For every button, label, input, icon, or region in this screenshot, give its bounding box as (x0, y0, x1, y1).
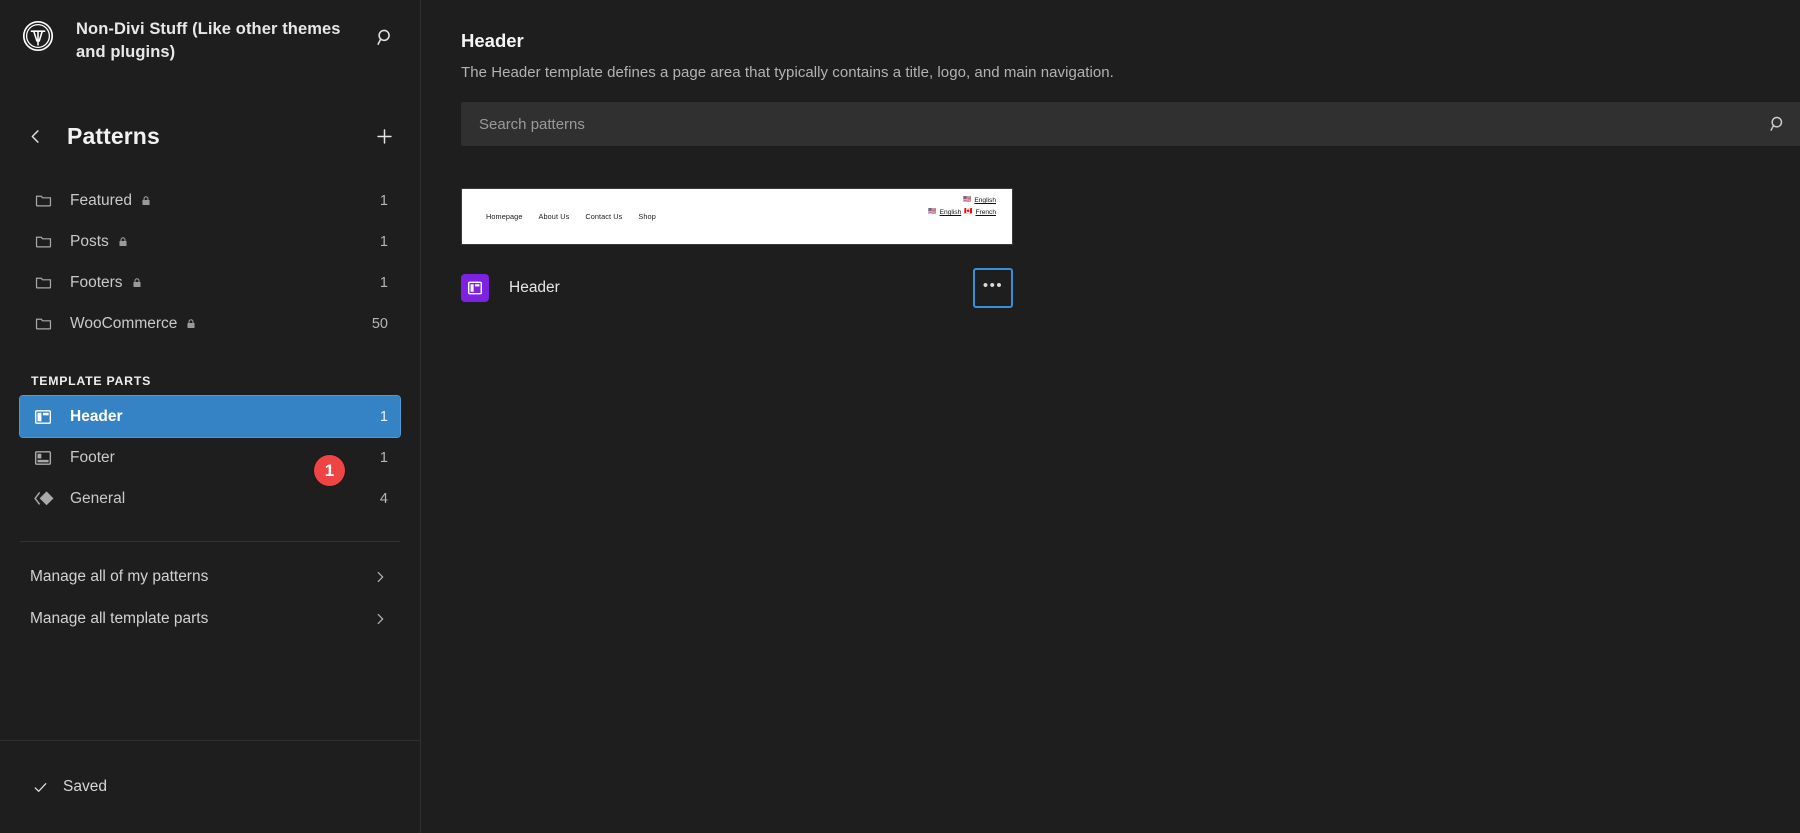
preview-nav-menu: Homepage About Us Contact Us Shop (462, 212, 656, 221)
sidebar-item-label: General (70, 489, 126, 507)
language-label: French (975, 209, 996, 216)
app-root: Non-Divi Stuff (Like other themes and pl… (0, 0, 1800, 833)
sidebar-item-footers[interactable]: Footers 1 (20, 262, 400, 303)
page-title: Patterns (67, 122, 160, 149)
item-count: 4 (379, 490, 388, 507)
save-status-label: Saved (63, 778, 107, 795)
patterns-panel-header: Patterns (0, 108, 420, 164)
sidebar-item-label: Footer (70, 448, 115, 466)
sidebar-item-label: WooCommerce (70, 314, 178, 332)
preview-nav-item: Shop (638, 212, 656, 221)
chevron-right-icon (372, 611, 388, 627)
sidebar-item-label: Footers (70, 273, 123, 291)
language-label: English (939, 209, 962, 216)
wordpress-logo-icon[interactable] (22, 20, 54, 52)
item-count: 1 (379, 233, 388, 250)
list-item-label: Header (509, 279, 560, 296)
sidebar-footer: Saved (0, 740, 420, 833)
pattern-categories-list: Featured 1 Posts 1 Footers 1 WooCommerce… (0, 164, 420, 344)
manage-all-patterns-link[interactable]: Manage all of my patterns (20, 556, 400, 598)
language-label: English (974, 197, 996, 204)
sidebar-item-label: Header (70, 407, 123, 425)
pattern-preview-card[interactable]: Homepage About Us Contact Us Shop 🇺🇸 Eng… (461, 188, 1013, 245)
manage-link-label: Manage all template parts (30, 610, 209, 627)
folder-icon (31, 189, 55, 213)
lock-icon (140, 194, 153, 207)
pattern-results: Homepage About Us Contact Us Shop 🇺🇸 Eng… (461, 188, 1800, 312)
item-count: 50 (371, 315, 388, 332)
list-item[interactable]: Header ••• (461, 264, 1013, 312)
save-status[interactable]: Saved (32, 778, 107, 796)
sidebar: Non-Divi Stuff (Like other themes and pl… (0, 0, 421, 833)
search-icon (1755, 114, 1800, 134)
item-count: 1 (379, 449, 388, 466)
step-badge-1: 1 (314, 455, 345, 486)
sidebar-item-posts[interactable]: Posts 1 (20, 221, 400, 262)
search-input[interactable] (461, 102, 1755, 146)
flag-us-icon: 🇺🇸 (928, 208, 937, 216)
sidebar-item-label: Posts (70, 232, 109, 250)
language-row: 🇺🇸 English (963, 197, 996, 204)
item-count: 1 (379, 192, 388, 209)
item-count: 1 (379, 408, 388, 425)
plus-icon[interactable] (366, 118, 402, 154)
main-content: Header The Header template defines a pag… (421, 0, 1800, 833)
preview-language-switcher: 🇺🇸 English 🇺🇸 English 🇨🇦 French (928, 197, 996, 216)
sidebar-item-general[interactable]: General 4 (20, 478, 400, 519)
manage-link-label: Manage all of my patterns (30, 568, 209, 585)
lock-icon (185, 317, 198, 330)
manage-all-template-parts-link[interactable]: Manage all template parts (20, 598, 400, 640)
footer-layout-icon (31, 446, 55, 470)
folder-icon (31, 271, 55, 295)
manage-links-list: Manage all of my patterns Manage all tem… (0, 542, 420, 640)
lock-icon (131, 276, 144, 289)
sidebar-item-header[interactable]: Header 1 (19, 395, 401, 438)
item-count: 1 (379, 274, 388, 291)
folder-icon (31, 230, 55, 254)
sidebar-item-featured[interactable]: Featured 1 (20, 180, 400, 221)
template-parts-section-label: TEMPLATE PARTS (31, 374, 152, 388)
search-patterns-bar[interactable] (461, 102, 1800, 146)
language-row: 🇺🇸 English 🇨🇦 French (928, 209, 996, 216)
template-parts-list: Header 1 Footer 1 General 4 (0, 395, 420, 519)
main-title: Header (461, 30, 524, 51)
flag-us-icon: 🇺🇸 (963, 196, 972, 204)
site-title: Non-Divi Stuff (Like other themes and pl… (76, 20, 341, 62)
template-part-icon (461, 274, 489, 302)
main-description: The Header template defines a page area … (461, 64, 1114, 81)
sidebar-item-woocommerce[interactable]: WooCommerce 50 (20, 303, 400, 344)
ellipsis-icon[interactable]: ••• (973, 268, 1013, 308)
preview-nav-item: About Us (538, 212, 570, 221)
checkmark-icon (32, 779, 49, 796)
lock-icon (117, 235, 130, 248)
search-icon[interactable] (368, 20, 402, 54)
header-layout-icon (31, 405, 55, 429)
site-header: Non-Divi Stuff (Like other themes and pl… (0, 0, 420, 86)
folder-icon (31, 312, 55, 336)
preview-nav-item: Contact Us (585, 212, 623, 221)
chevron-right-icon (372, 569, 388, 585)
flag-ca-icon: 🇨🇦 (964, 208, 973, 216)
sidebar-item-label: Featured (70, 191, 133, 209)
chevron-left-icon[interactable] (18, 119, 52, 153)
preview-nav-item: Homepage (486, 212, 523, 221)
general-diamond-icon (31, 487, 55, 511)
